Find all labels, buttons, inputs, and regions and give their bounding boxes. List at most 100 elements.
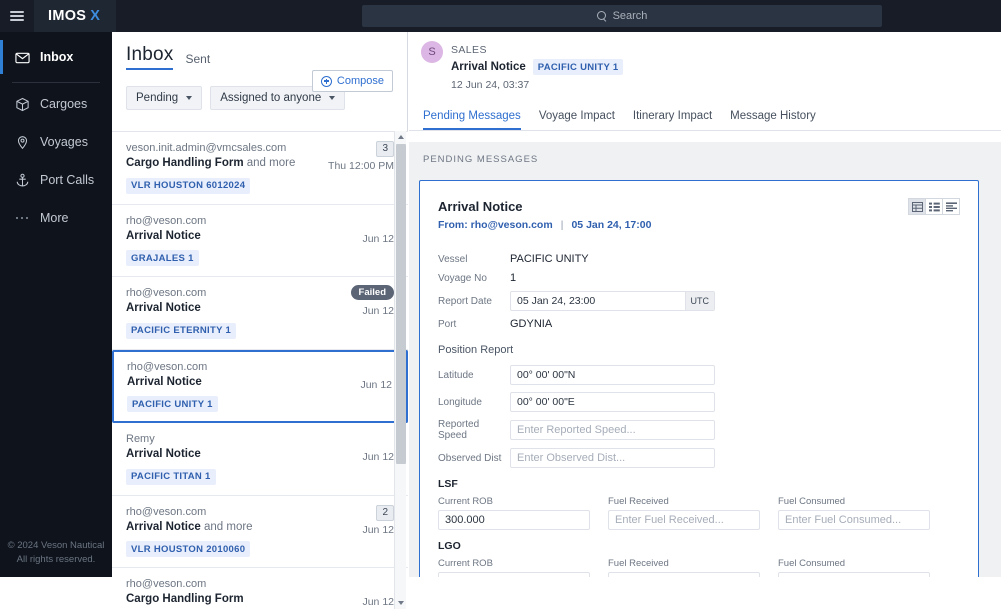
email-list-item[interactable]: rho@veson.com Arrival Notice and more VL… <box>112 496 408 569</box>
lgo-fuel-received: Fuel Received Enter Fuel Received... <box>608 558 760 577</box>
lsf-current-rob: Current ROB 300.000 <box>438 496 590 530</box>
sidebar-item-label: More <box>40 211 68 225</box>
field-reported-speed: Reported Speed Enter Reported Speed... <box>438 419 960 441</box>
email-subject-text: Cargo Handling Form <box>126 593 244 605</box>
detail-body: PENDING MESSAGES Arrival Notice From: rh… <box>409 142 1001 577</box>
scrollbar-thumb[interactable] <box>396 144 406 464</box>
brand-name: IMOS <box>48 8 86 24</box>
sidebar-nav: Inbox Cargoes Voyages Port Calls More © … <box>0 32 112 577</box>
fuel-group-lsf-heading: LSF <box>438 478 960 490</box>
sidebar-item-inbox[interactable]: Inbox <box>0 40 112 74</box>
lsf-current-rob-input[interactable]: 300.000 <box>438 510 590 530</box>
lsf-fuel-consumed-input[interactable]: Enter Fuel Consumed... <box>778 510 930 530</box>
copyright-line-1: © 2024 Veson Nautical <box>0 539 112 553</box>
scroll-up-arrow[interactable] <box>395 131 407 143</box>
message-detail-pane: S SALES Arrival Notice PACIFIC UNITY 1 1… <box>409 32 1001 577</box>
hamburger-menu-button[interactable] <box>0 0 34 32</box>
anchor-icon <box>14 172 30 188</box>
tab-message-history[interactable]: Message History <box>730 110 816 130</box>
email-tag[interactable]: VLR HOUSTON 2010060 <box>126 541 250 557</box>
tab-pending-messages[interactable]: Pending Messages <box>423 110 521 130</box>
reported-speed-input[interactable]: Enter Reported Speed... <box>510 420 715 440</box>
email-subject-text: Arrival Notice <box>126 448 201 460</box>
compose-label: Compose <box>337 75 384 87</box>
grid-view-icon[interactable] <box>908 198 926 215</box>
tab-inbox[interactable]: Inbox <box>126 44 173 70</box>
field-label: Reported Speed <box>438 419 510 441</box>
email-list-item[interactable]: veson.init.admin@vmcsales.com Cargo Hand… <box>112 132 408 205</box>
email-subject-text: Arrival Notice <box>127 376 202 388</box>
field-value: PACIFIC UNITY <box>510 253 589 265</box>
longitude-input[interactable]: 00° 00' 00"E <box>510 392 715 412</box>
field-value: GDYNIA <box>510 318 552 330</box>
email-tag[interactable]: PACIFIC UNITY 1 <box>127 396 218 412</box>
email-list-item[interactable]: rho@veson.com Arrival Notice GRAJALES 1 … <box>112 205 408 278</box>
lgo-current-rob-input[interactable]: 150.000 <box>438 572 590 577</box>
sidebar-item-more[interactable]: More <box>0 201 112 235</box>
card-from-date: 05 Jan 24, 17:00 <box>571 219 651 231</box>
email-tag[interactable]: VLR HOUSTON 6012024 <box>126 178 250 194</box>
email-date: Jun 12 <box>362 451 394 463</box>
avatar: S <box>421 41 443 63</box>
position-report-fields: Latitude 00° 00' 00"N Longitude 00° 00' … <box>438 365 960 468</box>
fuel-group-lsf: Current ROB 300.000 Fuel Received Enter … <box>438 496 960 530</box>
email-subject: Arrival Notice and more <box>126 521 366 533</box>
email-list-item-selected[interactable]: rho@veson.com Arrival Notice PACIFIC UNI… <box>112 350 408 424</box>
observed-dist-input[interactable]: Enter Observed Dist... <box>510 448 715 468</box>
hamburger-icon <box>10 8 24 23</box>
report-date-input[interactable]: 05 Jan 24, 23:00 UTC <box>510 291 715 311</box>
email-subject-text: Arrival Notice <box>126 230 201 242</box>
pending-messages-label: PENDING MESSAGES <box>409 142 1001 175</box>
email-list-item[interactable]: Remy Arrival Notice PACIFIC TITAN 1 Jun … <box>112 423 408 496</box>
field-label: Fuel Received <box>608 496 760 507</box>
card-separator: | <box>561 219 564 231</box>
latitude-input[interactable]: 00° 00' 00"N <box>510 365 715 385</box>
sidebar-item-label: Inbox <box>40 50 73 64</box>
global-search-input[interactable]: Search <box>362 5 882 27</box>
filter-status-dropdown[interactable]: Pending <box>126 86 202 110</box>
sidebar-item-voyages[interactable]: Voyages <box>0 125 112 159</box>
tab-itinerary-impact[interactable]: Itinerary Impact <box>633 110 712 130</box>
app-logo[interactable]: IMOS X <box>34 0 116 32</box>
filter-status-label: Pending <box>136 92 178 104</box>
sidebar-divider <box>12 82 100 83</box>
lsf-fuel-received-input[interactable]: Enter Fuel Received... <box>608 510 760 530</box>
email-list-item[interactable]: rho@veson.com Cargo Handling Form VLCC L… <box>112 568 408 609</box>
field-label: Fuel Consumed <box>778 496 930 507</box>
email-sender: rho@veson.com <box>126 287 366 299</box>
field-label: Voyage No <box>438 273 510 284</box>
detail-tabs: Pending Messages Voyage Impact Itinerary… <box>409 100 1001 131</box>
list-header: Inbox Sent <box>112 32 407 70</box>
sidebar-item-cargoes[interactable]: Cargoes <box>0 87 112 121</box>
email-subject-text: Arrival Notice <box>126 302 201 314</box>
lgo-fuel-consumed-input[interactable]: Enter Fuel Consumed... <box>778 572 930 577</box>
email-list-scrollbar[interactable] <box>394 131 406 609</box>
brand-accent: X <box>90 8 100 24</box>
sidebar-item-label: Voyages <box>40 135 88 149</box>
lsf-fuel-received: Fuel Received Enter Fuel Received... <box>608 496 760 530</box>
detail-view-icon[interactable] <box>942 198 960 215</box>
tab-sent[interactable]: Sent <box>185 52 210 70</box>
detail-subject-tag[interactable]: PACIFIC UNITY 1 <box>533 59 624 75</box>
email-date: Jun 12 <box>360 379 392 391</box>
tab-voyage-impact[interactable]: Voyage Impact <box>539 110 615 130</box>
sidebar-item-port-calls[interactable]: Port Calls <box>0 163 112 197</box>
email-tag[interactable]: PACIFIC TITAN 1 <box>126 469 216 485</box>
email-tag[interactable]: GRAJALES 1 <box>126 250 199 266</box>
email-subject: Arrival Notice <box>127 376 365 388</box>
email-sender: veson.init.admin@vmcsales.com <box>126 142 366 154</box>
email-subject: Arrival Notice <box>126 302 366 314</box>
fuel-group-lgo: Current ROB 150.000 Fuel Received Enter … <box>438 558 960 577</box>
list-view-icon[interactable] <box>925 198 943 215</box>
email-date: Jun 12 <box>362 305 394 317</box>
email-subject: Arrival Notice <box>126 230 366 242</box>
email-tag[interactable]: PACIFIC ETERNITY 1 <box>126 323 236 339</box>
pending-message-card: Arrival Notice From: rho@veson.com | 05 … <box>419 180 979 577</box>
utc-chip: UTC <box>685 292 715 310</box>
field-label: Fuel Consumed <box>778 558 930 569</box>
scroll-down-arrow[interactable] <box>395 597 407 609</box>
email-list-item[interactable]: rho@veson.com Arrival Notice PACIFIC ETE… <box>112 277 408 350</box>
filter-assignee-label: Assigned to anyone <box>220 92 321 104</box>
compose-button[interactable]: Compose <box>312 70 393 92</box>
lgo-fuel-received-input[interactable]: Enter Fuel Received... <box>608 572 760 577</box>
